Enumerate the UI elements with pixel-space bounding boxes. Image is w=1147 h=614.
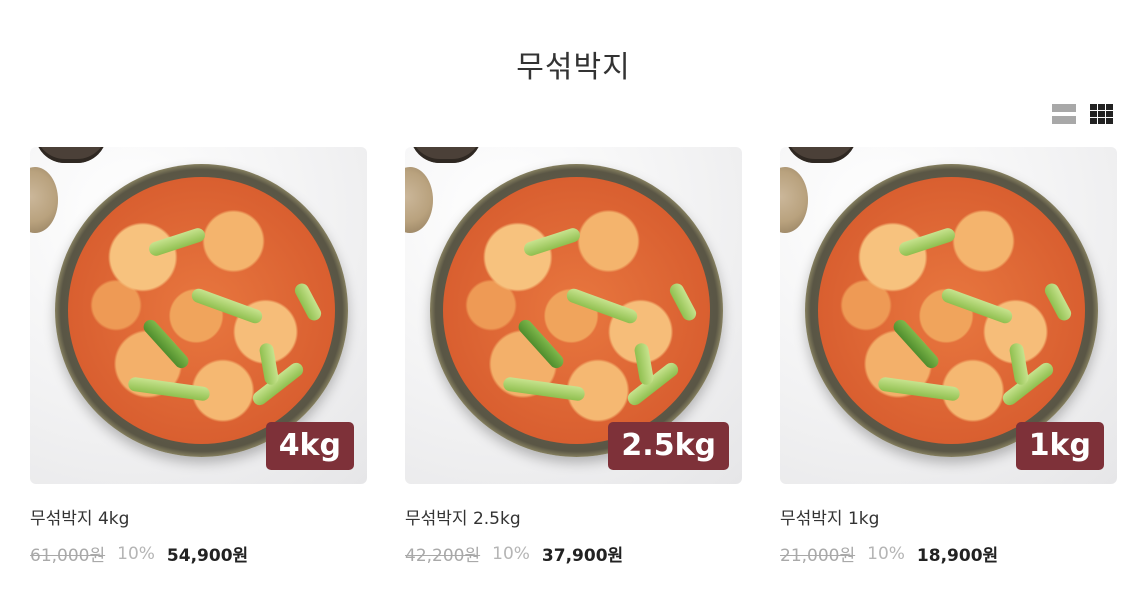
sauce-dish-image: [780, 167, 808, 233]
kimchi-image: [443, 177, 710, 444]
original-price: 61,000원: [30, 546, 106, 566]
sale-price: 54,900원: [166, 546, 249, 566]
product-image[interactable]: 2.5kg: [405, 147, 742, 484]
discount-rate: 10%: [117, 543, 155, 564]
sale-price: 18,900원: [916, 546, 999, 566]
price-row: 21,000원 10% 18,900원: [780, 541, 1117, 567]
kimchi-image: [68, 177, 335, 444]
product-card[interactable]: 2.5kg 무섞박지 2.5kg 42,200원 10% 37,900원: [405, 147, 742, 566]
product-image[interactable]: 4kg: [30, 147, 367, 484]
jar-image: [35, 147, 107, 163]
sauce-dish-image: [405, 167, 433, 233]
size-badge: 2.5kg: [608, 422, 729, 470]
page-title: 무섞박지: [516, 50, 631, 86]
sauce-dish-image: [30, 167, 58, 233]
grid-view-icon[interactable]: [1090, 104, 1113, 124]
product-image[interactable]: 1kg: [780, 147, 1117, 484]
product-grid: 4kg 무섞박지 4kg 61,000원 10% 54,900원 2.5kg 무…: [30, 147, 1117, 566]
product-card[interactable]: 1kg 무섞박지 1kg 21,000원 10% 18,900원: [780, 147, 1117, 566]
price-row: 61,000원 10% 54,900원: [30, 541, 367, 567]
product-name[interactable]: 무섞박지 2.5kg: [405, 507, 742, 531]
list-view-icon[interactable]: [1052, 104, 1076, 124]
jar-image: [410, 147, 482, 163]
discount-rate: 10%: [492, 543, 530, 564]
price-row: 42,200원 10% 37,900원: [405, 541, 742, 567]
jar-image: [785, 147, 857, 163]
sale-price: 37,900원: [541, 546, 624, 566]
size-badge: 1kg: [1015, 422, 1104, 470]
product-name[interactable]: 무섞박지 4kg: [30, 507, 367, 531]
product-card[interactable]: 4kg 무섞박지 4kg 61,000원 10% 54,900원: [30, 147, 367, 566]
original-price: 21,000원: [780, 546, 856, 566]
product-name[interactable]: 무섞박지 1kg: [780, 507, 1117, 531]
kimchi-image: [818, 177, 1085, 444]
original-price: 42,200원: [405, 546, 481, 566]
view-toggle: [1052, 104, 1113, 124]
size-badge: 4kg: [265, 422, 354, 470]
discount-rate: 10%: [867, 543, 905, 564]
